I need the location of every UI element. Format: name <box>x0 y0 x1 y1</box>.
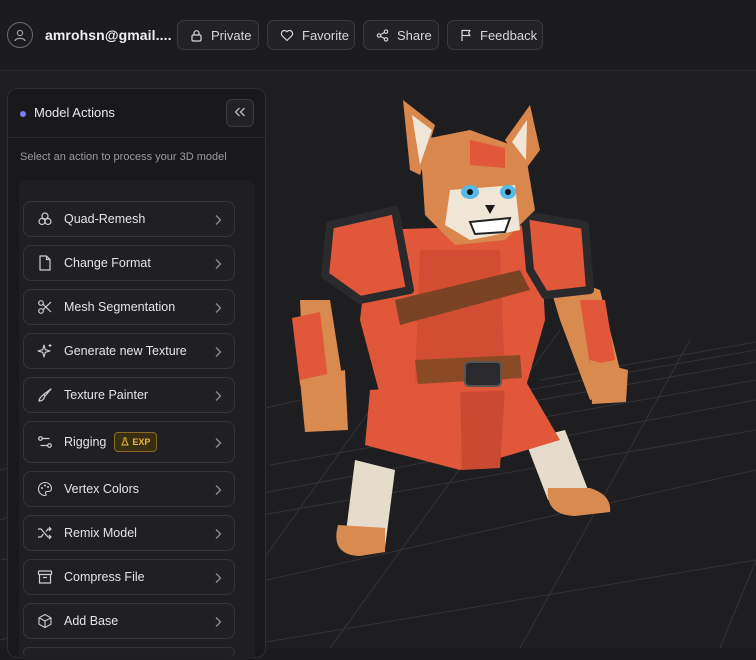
action-label: Remix Model <box>64 526 137 540</box>
shuffle-icon <box>36 524 54 542</box>
feedback-label: Feedback <box>480 27 538 43</box>
generate-texture-button[interactable]: Generate new Texture <box>23 333 235 369</box>
next-action-button-partial[interactable] <box>23 647 235 657</box>
texture-painter-button[interactable]: Texture Painter <box>23 377 235 413</box>
archive-icon <box>36 568 54 586</box>
chevron-right-icon <box>214 345 222 363</box>
add-base-button[interactable]: Add Base <box>23 603 235 639</box>
chevron-right-icon <box>214 615 222 633</box>
heart-icon <box>280 29 294 42</box>
sparkles-icon <box>36 342 54 360</box>
share-icon <box>376 28 389 42</box>
remix-model-button[interactable]: Remix Model <box>23 515 235 551</box>
private-button[interactable]: Private <box>177 20 259 50</box>
palette-icon <box>36 480 54 498</box>
scissors-icon <box>36 298 54 316</box>
panel-title: Model Actions <box>34 105 115 120</box>
fox-warrior-model <box>292 100 628 556</box>
chevron-right-icon <box>214 527 222 545</box>
brush-icon <box>36 386 54 404</box>
flask-icon <box>121 437 130 448</box>
rig-icon <box>36 433 54 451</box>
action-label: Texture Painter <box>64 388 149 402</box>
chevron-right-icon <box>214 483 222 501</box>
rigging-button[interactable]: Rigging EXP <box>23 421 235 463</box>
share-label: Share <box>397 27 432 43</box>
share-button[interactable]: Share <box>363 20 439 50</box>
action-label: Vertex Colors <box>64 482 140 496</box>
action-label: Change Format <box>64 256 151 270</box>
action-label: Quad-Remesh <box>64 212 146 226</box>
quad-remesh-button[interactable]: Quad-Remesh <box>23 201 235 237</box>
compress-file-button[interactable]: Compress File <box>23 559 235 595</box>
action-label: Mesh Segmentation <box>64 300 176 314</box>
panel-subtitle: Select an action to process your 3D mode… <box>20 151 227 163</box>
chevron-right-icon <box>214 301 222 319</box>
favorite-button[interactable]: Favorite <box>267 20 355 50</box>
action-label: Add Base <box>64 614 119 628</box>
chevron-right-icon <box>214 213 222 231</box>
experimental-badge: EXP <box>114 432 158 452</box>
change-format-button[interactable]: Change Format <box>23 245 235 281</box>
action-label: Compress File <box>64 570 145 584</box>
chevron-right-icon <box>214 571 222 589</box>
chevron-right-icon <box>214 389 222 407</box>
status-dot-icon <box>20 111 26 117</box>
mesh-segmentation-button[interactable]: Mesh Segmentation <box>23 289 235 325</box>
private-label: Private <box>211 27 252 43</box>
panel-header: Model Actions <box>8 89 265 138</box>
badge-label: EXP <box>132 437 151 447</box>
action-label: Rigging <box>64 435 107 449</box>
user-avatar-icon[interactable] <box>7 22 33 48</box>
collapse-panel-button[interactable] <box>226 99 254 127</box>
chevron-right-icon <box>214 257 222 275</box>
cube-icon <box>36 612 54 630</box>
lock-icon <box>190 29 203 42</box>
remesh-icon <box>36 210 54 228</box>
user-email: amrohsn@gmail.... <box>45 27 172 43</box>
vertex-colors-button[interactable]: Vertex Colors <box>23 471 235 507</box>
top-bar: amrohsn@gmail.... Private Favorite Share… <box>0 0 756 71</box>
favorite-label: Favorite <box>302 27 349 43</box>
flag-icon <box>460 29 472 42</box>
file-icon <box>36 254 54 272</box>
feedback-button[interactable]: Feedback <box>447 20 543 50</box>
chevrons-left-icon <box>234 104 246 122</box>
chevron-right-icon <box>214 436 222 454</box>
action-label: Generate new Texture <box>64 344 187 358</box>
